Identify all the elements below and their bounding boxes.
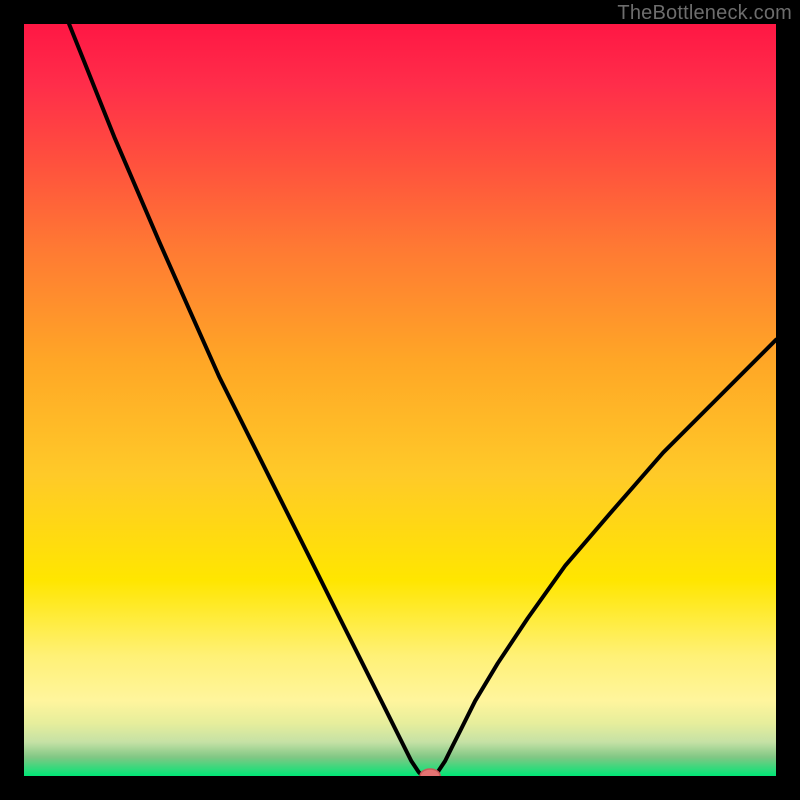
plot-area: [24, 24, 776, 776]
gradient-background: [24, 24, 776, 776]
chart-frame: TheBottleneck.com: [0, 0, 800, 800]
watermark-text: TheBottleneck.com: [617, 2, 792, 25]
bottleneck-chart-svg: [24, 24, 776, 776]
